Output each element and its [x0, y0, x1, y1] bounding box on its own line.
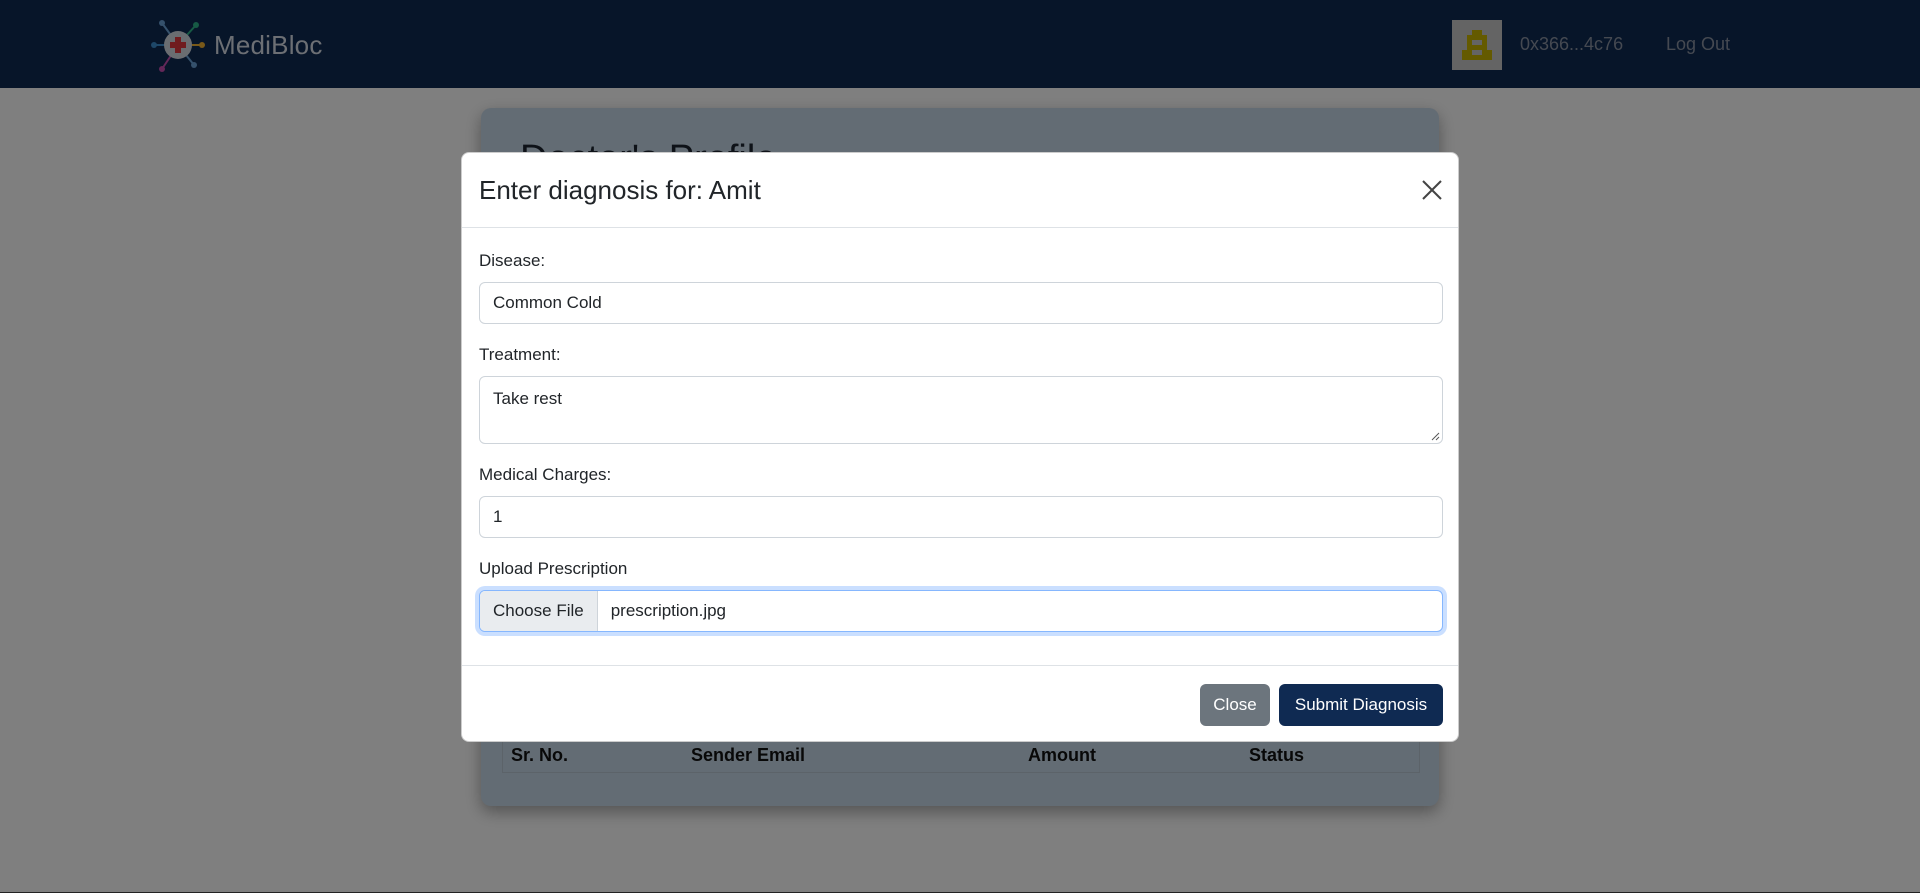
- treatment-label: Treatment:: [479, 345, 561, 364]
- close-button[interactable]: Close: [1200, 684, 1270, 726]
- disease-input[interactable]: Common Cold: [479, 282, 1443, 324]
- charges-input[interactable]: 1: [479, 496, 1443, 538]
- modal-footer: Close Submit Diagnosis: [462, 665, 1458, 743]
- treatment-textarea[interactable]: Take rest: [479, 376, 1443, 444]
- choose-file-button[interactable]: Choose File: [480, 591, 598, 631]
- diagnosis-modal: Enter diagnosis for: Amit Disease: Commo…: [461, 152, 1459, 742]
- resize-handle-icon[interactable]: [1430, 431, 1440, 441]
- charges-label: Medical Charges:: [479, 465, 612, 484]
- modal-header: Enter diagnosis for: Amit: [462, 153, 1458, 228]
- close-icon[interactable]: [1420, 178, 1444, 202]
- disease-label: Disease:: [479, 251, 546, 270]
- modal-title: Enter diagnosis for: Amit: [479, 175, 761, 205]
- selected-file-name: prescription.jpg: [610, 601, 726, 620]
- submit-diagnosis-button[interactable]: Submit Diagnosis: [1279, 684, 1443, 726]
- treatment-value: Take rest: [493, 389, 562, 408]
- upload-label: Upload Prescription: [479, 559, 628, 578]
- prescription-file-input[interactable]: Choose File prescription.jpg: [479, 590, 1443, 632]
